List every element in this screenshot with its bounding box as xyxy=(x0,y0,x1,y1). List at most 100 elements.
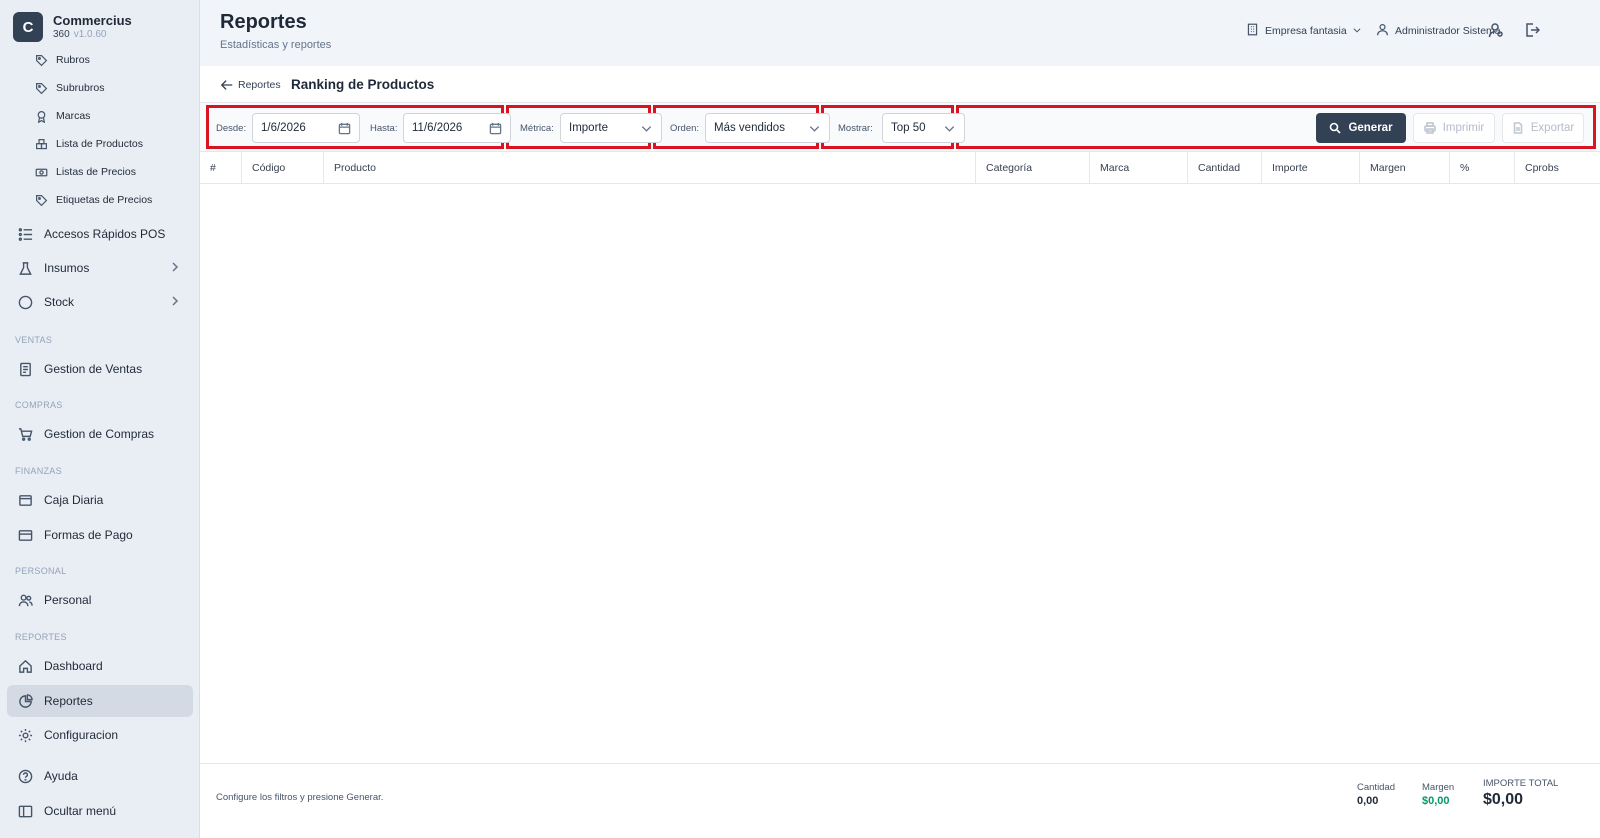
sidebar-item-caja[interactable]: Caja Diaria xyxy=(7,484,193,516)
col-header-cantidad[interactable]: Cantidad xyxy=(1188,152,1262,184)
award-icon xyxy=(34,109,48,123)
calendar-icon[interactable] xyxy=(338,122,351,135)
sidebar-item-label: Ocultar menú xyxy=(44,804,117,818)
sidebar-item-label: Reportes xyxy=(44,694,93,708)
sidebar-subitem-etiquetas[interactable]: Etiquetas de Precios xyxy=(34,189,152,211)
total-importe: IMPORTE TOTAL $0,00 xyxy=(1483,778,1558,809)
section-ventas: VENTAS xyxy=(15,335,53,345)
chevron-right-icon xyxy=(169,295,181,307)
cart-icon xyxy=(17,426,33,442)
brand-name: Commercius xyxy=(53,13,132,28)
company-name: Empresa fantasia xyxy=(1265,25,1347,37)
header: Reportes Estadísticas y reportes Empresa… xyxy=(200,0,1600,66)
total-importe-value: $0,00 xyxy=(1483,791,1524,808)
panel-left-icon xyxy=(17,803,33,819)
sidebar-item-personal[interactable]: Personal xyxy=(7,584,193,616)
sidebar-item-label: Ayuda xyxy=(44,769,78,783)
sidebar-item-label: Formas de Pago xyxy=(44,528,133,542)
report-title: Ranking de Productos xyxy=(291,77,435,92)
sidebar-item-label: Gestion de Compras xyxy=(44,427,155,441)
section-compras: COMPRAS xyxy=(15,400,63,410)
sidebar-item-ayuda[interactable]: Ayuda xyxy=(7,760,193,792)
list-icon xyxy=(17,226,33,242)
sidebar-item-ventas[interactable]: Gestion de Ventas xyxy=(7,353,193,385)
sidebar-item-label: Personal xyxy=(44,593,92,607)
arrow-left-icon xyxy=(220,80,233,90)
user-settings-icon[interactable] xyxy=(1488,22,1506,40)
card-icon xyxy=(17,527,33,543)
chevron-down-icon xyxy=(808,122,821,135)
status-message: Configure los filtros y presione Generar… xyxy=(216,792,384,803)
sidebar-subitem-marcas[interactable]: Marcas xyxy=(34,105,90,127)
total-margen: Margen $0,00 xyxy=(1422,782,1454,807)
page-title: Reportes xyxy=(220,11,307,33)
sidebar-item-label: Gestion de Ventas xyxy=(44,362,143,376)
sidebar-item-reportes[interactable]: Reportes xyxy=(7,685,193,717)
metrica-label: Métrica: xyxy=(520,123,554,134)
total-cantidad-value: 0,00 xyxy=(1357,795,1379,807)
flask-icon xyxy=(17,260,33,276)
mostrar-select[interactable]: Top 50 xyxy=(882,113,965,143)
sidebar-subitem-label: Marcas xyxy=(56,110,91,122)
sidebar-subitem-label: Lista de Productos xyxy=(56,138,143,150)
sidebar-item-label: Dashboard xyxy=(44,659,103,673)
logout-icon[interactable] xyxy=(1524,22,1542,40)
sidebar-item-label: Stock xyxy=(44,295,75,309)
calendar-icon[interactable] xyxy=(489,122,502,135)
mostrar-label: Mostrar: xyxy=(838,123,873,134)
orden-select[interactable]: Más vendidos xyxy=(705,113,830,143)
brand-product: 360 xyxy=(53,29,70,40)
col-header-producto[interactable]: Producto xyxy=(324,152,976,184)
sidebar-subitem-rubros[interactable]: Rubros xyxy=(34,49,90,71)
brand-version: v1.0.60 xyxy=(73,29,107,40)
sidebar-item-ocultar[interactable]: Ocultar menú xyxy=(7,795,193,827)
hasta-label: Hasta: xyxy=(370,123,398,134)
col-header-importe[interactable]: Importe xyxy=(1262,152,1360,184)
gear-icon xyxy=(17,727,33,743)
section-reportes: REPORTES xyxy=(15,632,67,642)
imprimir-button[interactable]: Imprimir xyxy=(1413,113,1495,143)
col-header-marca[interactable]: Marca xyxy=(1090,152,1188,184)
total-margen-value: $0,00 xyxy=(1422,795,1450,807)
sidebar-item-stock[interactable]: Stock xyxy=(7,286,193,318)
sidebar-item-configuracion[interactable]: Configuracion xyxy=(7,719,193,751)
sidebar-item-label: Caja Diaria xyxy=(44,493,104,507)
col-header-margen[interactable]: Margen xyxy=(1360,152,1450,184)
chevron-down-icon xyxy=(640,122,653,135)
col-header-codigo[interactable]: Código xyxy=(242,152,324,184)
col-header-categoria[interactable]: Categoría xyxy=(976,152,1090,184)
sidebar-subitem-lista-productos[interactable]: Lista de Productos xyxy=(34,133,143,155)
section-personal: PERSONAL xyxy=(15,566,67,576)
metrica-select[interactable]: Importe xyxy=(560,113,662,143)
banknote-icon xyxy=(34,165,48,179)
generar-label: Generar xyxy=(1348,122,1393,134)
wallet-icon xyxy=(17,492,33,508)
exportar-button[interactable]: Exportar xyxy=(1502,113,1584,143)
desde-date-input[interactable]: 1/6/2026 xyxy=(252,113,360,143)
sidebar-subitem-subrubros[interactable]: Subrubros xyxy=(34,77,104,99)
hasta-date-input[interactable]: 11/6/2026 xyxy=(403,113,511,143)
brand[interactable]: C Commercius 360 v1.0.60 xyxy=(13,12,132,42)
company-selector[interactable]: Empresa fantasia xyxy=(1246,23,1362,39)
receipt-icon xyxy=(17,361,33,377)
tag-icon xyxy=(34,53,48,67)
users-icon xyxy=(17,592,33,608)
help-icon xyxy=(17,768,33,784)
building-icon xyxy=(1246,23,1259,39)
col-header-porcentaje[interactable]: % xyxy=(1450,152,1515,184)
generar-button[interactable]: Generar xyxy=(1316,113,1406,143)
user-menu[interactable]: Administrador Sistema xyxy=(1376,23,1501,39)
sidebar-subitem-listas-precios[interactable]: Listas de Precios xyxy=(34,161,136,183)
sidebar-item-compras[interactable]: Gestion de Compras xyxy=(7,418,193,450)
exportar-label: Exportar xyxy=(1530,122,1575,134)
total-cantidad: Cantidad 0,00 xyxy=(1357,782,1395,807)
back-link[interactable]: Reportes xyxy=(220,78,281,92)
sidebar-item-insumos[interactable]: Insumos xyxy=(7,252,193,284)
col-header-rank[interactable]: # xyxy=(200,152,242,184)
sidebar-item-accesos[interactable]: Accesos Rápidos POS xyxy=(7,218,193,250)
sidebar-item-dashboard[interactable]: Dashboard xyxy=(7,650,193,682)
sidebar-item-label: Insumos xyxy=(44,261,90,275)
sidebar-item-formas[interactable]: Formas de Pago xyxy=(7,519,193,551)
total-cantidad-label: Cantidad xyxy=(1357,782,1396,793)
col-header-cprobs[interactable]: Cprobs xyxy=(1515,152,1600,184)
